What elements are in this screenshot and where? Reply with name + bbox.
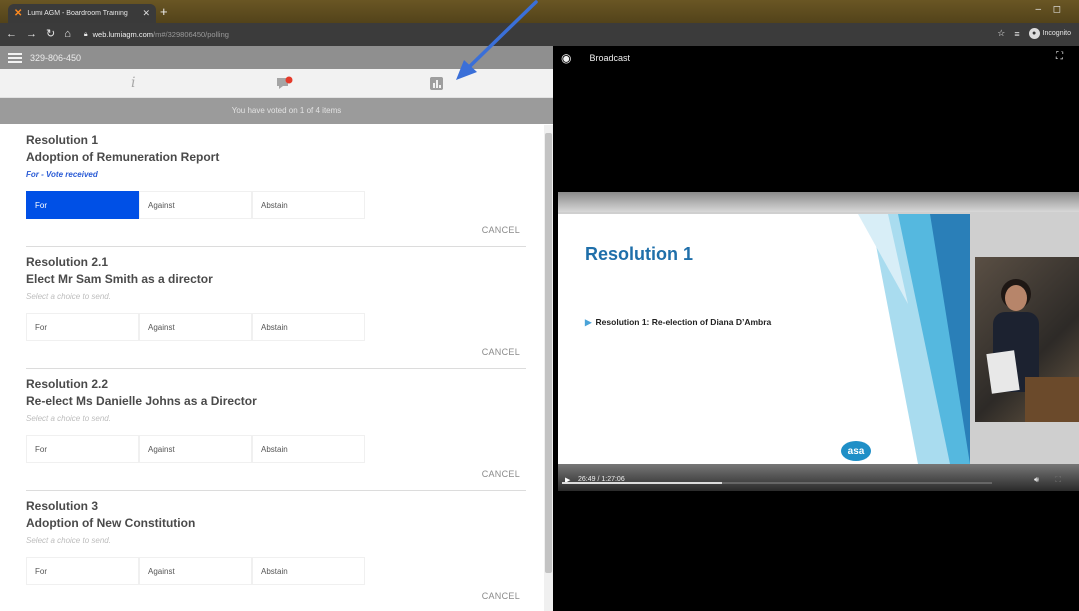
- vote-abstain-button[interactable]: Abstain: [252, 557, 365, 585]
- vote-for-button[interactable]: For: [26, 191, 139, 219]
- resolution-number: Resolution 3: [26, 499, 99, 513]
- video-progress-fill: [562, 482, 722, 484]
- polling-panel: 329-806-450 i You have voted on 1 of 4 i…: [0, 46, 553, 611]
- vote-abstain-button[interactable]: Abstain: [252, 435, 365, 463]
- scrollbar-thumb[interactable]: [545, 133, 552, 573]
- reload-icon[interactable]: ↻: [46, 29, 55, 40]
- url-path: /m#/329806450/polling: [153, 30, 229, 39]
- video-background: [558, 192, 1079, 212]
- cancel-vote-button[interactable]: CANCEL: [482, 347, 520, 357]
- vote-choices: For Against Abstain: [26, 191, 365, 219]
- vote-abstain-button[interactable]: Abstain: [252, 313, 365, 341]
- lumi-favicon-icon: ✕: [14, 7, 23, 19]
- speaker-video: [975, 257, 1079, 422]
- star-icon[interactable]: ☆: [997, 28, 1005, 39]
- bullet-arrow-icon: ▶: [585, 317, 592, 327]
- resolution-item: Resolution 2.1 Elect Mr Sam Smith as a d…: [0, 247, 540, 369]
- cancel-vote-button[interactable]: CANCEL: [482, 469, 520, 479]
- video-fullscreen-icon[interactable]: ⛶: [1055, 475, 1061, 485]
- vote-against-button[interactable]: Against: [139, 313, 252, 341]
- vote-status: Select a choice to send.: [26, 414, 111, 423]
- vote-for-button[interactable]: For: [26, 313, 139, 341]
- browser-tab[interactable]: ✕ Lumi AGM - Boardroom Training ✕: [8, 4, 156, 23]
- vote-choices: For Against Abstain: [26, 557, 365, 585]
- app-nav-tabs: i: [0, 69, 553, 98]
- presentation-slide: Resolution 1 ▶ Resolution 1: Re-election …: [558, 214, 970, 464]
- slide-bullet-text: Resolution 1: Re-election of Diana D’Amb…: [595, 317, 772, 327]
- new-tab-icon[interactable]: +: [160, 3, 168, 20]
- resolution-title: Re-elect Ms Danielle Johns as a Director: [26, 394, 257, 408]
- poll-icon[interactable]: [430, 77, 443, 90]
- resolution-title: Adoption of Remuneration Report: [26, 150, 220, 164]
- resolution-number: Resolution 1: [26, 133, 99, 147]
- vote-status-bar: You have voted on 1 of 4 items: [0, 98, 553, 124]
- broadcast-header: ◉ Broadcast: [553, 46, 1079, 69]
- close-tab-icon[interactable]: ✕: [142, 8, 150, 19]
- slide-bullet: ▶ Resolution 1: Re-election of Diana D’Am…: [585, 317, 771, 328]
- meeting-id: 329-806-450: [30, 52, 82, 63]
- resolution-item: Resolution 2.2 Re-elect Ms Danielle John…: [0, 369, 540, 491]
- incognito-label: Incognito: [1042, 30, 1071, 37]
- resolution-item: Resolution 3 Adoption of New Constitutio…: [0, 491, 540, 611]
- scrollbar[interactable]: [544, 125, 553, 611]
- resolution-item: Resolution 1 Adoption of Remuneration Re…: [0, 125, 540, 247]
- slide-title: Resolution 1: [585, 244, 694, 264]
- vote-against-button[interactable]: Against: [139, 435, 252, 463]
- vote-for-button[interactable]: For: [26, 557, 139, 585]
- reading-list-icon[interactable]: ≡: [1014, 29, 1019, 39]
- browser-tab-bar: ✕ Lumi AGM - Boardroom Training ✕ + – ◻: [0, 0, 1079, 23]
- volume-icon[interactable]: 🔊︎: [1034, 475, 1039, 485]
- incognito-icon: ●: [1028, 28, 1040, 39]
- vote-for-button[interactable]: For: [26, 435, 139, 463]
- asa-logo: asa: [841, 441, 871, 461]
- video-progress-bar[interactable]: [562, 482, 992, 484]
- cancel-vote-button[interactable]: CANCEL: [482, 591, 520, 601]
- back-icon[interactable]: ←: [6, 29, 17, 40]
- vote-status: Select a choice to send.: [26, 292, 111, 301]
- resolution-number: Resolution 2.1: [26, 255, 109, 269]
- broadcast-panel: ◉ Broadcast ⛶ Resolution 1 ▶ Resolution 1…: [553, 46, 1079, 611]
- app-header: 329-806-450: [0, 46, 553, 69]
- video-player[interactable]: Resolution 1 ▶ Resolution 1: Re-election …: [558, 192, 1079, 491]
- chat-icon[interactable]: [277, 76, 293, 89]
- speaker-paper: [986, 350, 1020, 394]
- vote-choices: For Against Abstain: [26, 313, 365, 341]
- vote-status: For - Vote received: [26, 170, 98, 179]
- resolution-list: Resolution 1 Adoption of Remuneration Re…: [0, 125, 540, 611]
- cancel-vote-button[interactable]: CANCEL: [482, 225, 520, 235]
- home-icon[interactable]: ⌂: [64, 29, 71, 40]
- vote-against-button[interactable]: Against: [139, 191, 252, 219]
- incognito-indicator[interactable]: ● Incognito: [1028, 28, 1071, 39]
- info-icon[interactable]: i: [131, 75, 135, 91]
- url-field[interactable]: 🔒︎ web.lumiagm.com/m#/329806450/polling: [84, 30, 229, 39]
- vote-status: Select a choice to send.: [26, 536, 111, 545]
- hamburger-menu-icon[interactable]: [8, 52, 22, 63]
- restore-icon[interactable]: ◻: [1053, 4, 1061, 15]
- video-controls: ▶ 26:49 / 1:27:06 🔊︎ ⛶: [558, 464, 1079, 491]
- resolution-number: Resolution 2.2: [26, 377, 109, 391]
- broadcast-icon: ◉: [561, 50, 572, 65]
- vote-against-button[interactable]: Against: [139, 557, 252, 585]
- fullscreen-icon[interactable]: ⛶: [1056, 51, 1063, 62]
- vote-abstain-button[interactable]: Abstain: [252, 191, 365, 219]
- speaker-head: [1005, 285, 1027, 311]
- forward-icon[interactable]: →: [26, 29, 37, 40]
- resolution-title: Adoption of New Constitution: [26, 516, 196, 530]
- lectern: [1025, 377, 1079, 422]
- url-host: web.lumiagm.com: [92, 30, 154, 39]
- vote-choices: For Against Abstain: [26, 435, 365, 463]
- minimize-icon[interactable]: –: [1035, 4, 1041, 15]
- resolution-title: Elect Mr Sam Smith as a director: [26, 272, 213, 286]
- broadcast-title: Broadcast: [589, 52, 631, 63]
- lock-icon: 🔒︎: [83, 30, 88, 38]
- tab-title: Lumi AGM - Boardroom Training: [27, 10, 128, 17]
- address-bar: ← → ↻ ⌂ 🔒︎ web.lumiagm.com/m#/329806450/…: [0, 23, 1079, 46]
